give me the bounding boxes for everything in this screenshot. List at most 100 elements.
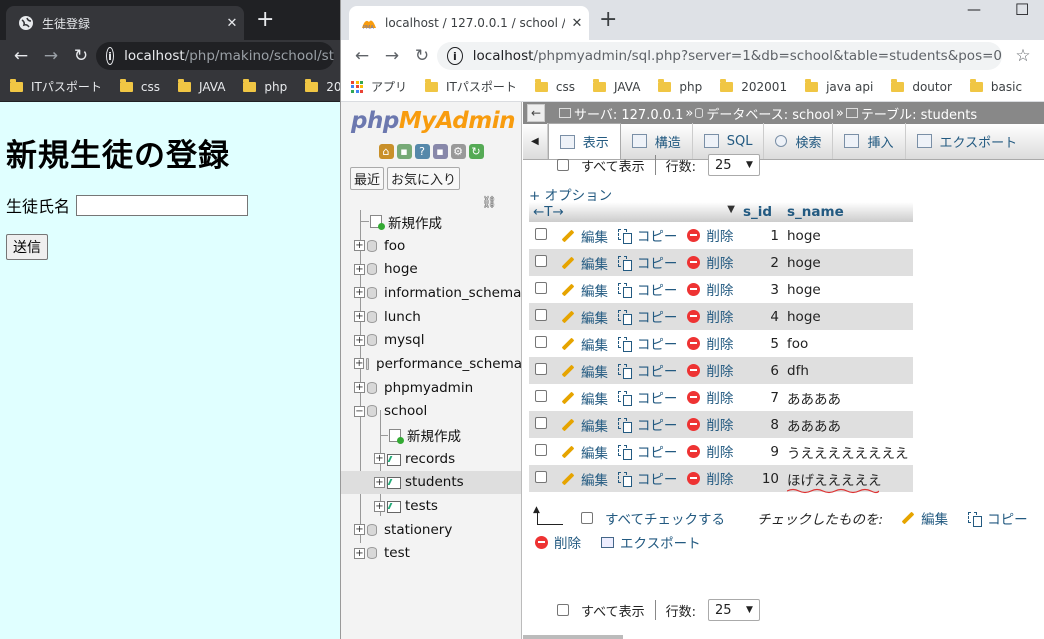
edit-button[interactable]: 編集 <box>561 388 608 408</box>
phpmyadmin-logo[interactable]: phpMyAdmin <box>341 102 521 134</box>
edit-button[interactable]: 編集 <box>561 442 608 462</box>
cell-s-name[interactable]: hoge <box>783 276 913 303</box>
query-window-icon[interactable]: ? <box>414 144 430 159</box>
bookmark-folder[interactable]: doutor <box>891 78 952 94</box>
apps-shortcut[interactable]: アプリ <box>351 78 407 95</box>
delete-button[interactable]: 削除 <box>687 225 733 245</box>
bookmark-folder[interactable]: 2020 <box>305 78 340 94</box>
bookmark-folder[interactable]: java api <box>805 78 873 94</box>
edit-button[interactable]: 編集 <box>561 415 608 435</box>
table-row[interactable]: 編集 コピー 削除 10 ほげえええええ <box>529 465 913 493</box>
copy-button[interactable]: コピー <box>617 360 677 380</box>
cell-s-name[interactable]: ああああ <box>783 384 913 411</box>
expand-icon[interactable]: + <box>354 524 365 536</box>
table-row[interactable]: 編集 コピー 削除 1 hoge <box>529 222 913 249</box>
tree-item-performance-schema[interactable]: + performance_schema <box>341 352 521 376</box>
expand-icon[interactable]: + <box>374 500 385 512</box>
expand-icon[interactable]: + <box>354 358 365 370</box>
tree-item-school[interactable]: − school <box>341 400 521 424</box>
column-header-s-id[interactable]: s_id <box>739 202 783 222</box>
table-row[interactable]: 編集 コピー 削除 6 dfh <box>529 357 913 384</box>
bookmark-folder[interactable]: ITパスポート <box>425 78 517 95</box>
bookmark-folder[interactable]: css <box>534 78 575 94</box>
cell-s-name[interactable]: ほげえええええ <box>783 465 913 493</box>
tree-item-test[interactable]: + test <box>341 542 521 566</box>
reload-icon[interactable]: ↻ <box>66 42 96 70</box>
bookmark-folder[interactable]: php <box>658 78 702 94</box>
tree-item-phpmyadmin[interactable]: + phpmyadmin <box>341 376 521 400</box>
delete-button[interactable]: 削除 <box>687 441 733 461</box>
cell-s-id[interactable]: 2 <box>739 249 783 276</box>
delete-button[interactable]: 削除 <box>687 252 733 272</box>
cell-s-id[interactable]: 6 <box>739 357 783 384</box>
bookmark-star-icon[interactable]: ☆ <box>1008 46 1038 66</box>
table-row[interactable]: 編集 コピー 削除 4 hoge <box>529 303 913 330</box>
copy-button[interactable]: コピー <box>617 279 677 299</box>
expand-icon[interactable]: + <box>374 453 385 465</box>
expand-icon[interactable]: + <box>354 287 365 299</box>
new-tab-button[interactable]: + <box>256 8 274 32</box>
copy-button[interactable]: コピー <box>617 252 677 272</box>
expand-icon[interactable]: + <box>354 334 365 346</box>
browser-tab[interactable]: PMA localhost / 127.0.0.1 / school / st … <box>349 6 589 40</box>
table-row[interactable]: 編集 コピー 削除 9 うええええええええ <box>529 438 913 465</box>
row-checkbox[interactable] <box>535 335 547 348</box>
tab-structure[interactable]: 構造 <box>621 123 693 159</box>
gear-icon[interactable]: ⚙ <box>450 144 466 159</box>
delete-button[interactable]: 削除 <box>687 387 733 407</box>
check-all-checkbox[interactable] <box>581 512 593 524</box>
cell-s-name[interactable]: うええええええええ <box>783 438 913 465</box>
row-checkbox[interactable] <box>535 308 547 321</box>
table-row[interactable]: 編集 コピー 削除 5 foo <box>529 330 913 357</box>
bulk-export-button[interactable]: エクスポート <box>601 532 701 552</box>
bookmark-folder[interactable]: JAVA <box>593 78 640 94</box>
bookmark-folder[interactable]: php <box>243 78 287 94</box>
edit-button[interactable]: 編集 <box>561 253 608 273</box>
copy-button[interactable]: コピー <box>617 468 677 488</box>
tab-search[interactable]: 検索 <box>764 123 834 159</box>
expand-icon[interactable]: + <box>374 476 385 488</box>
address-bar[interactable]: i localhost/phpmyadmin/sql.php?server=1&… <box>437 42 1002 70</box>
copy-button[interactable]: コピー <box>617 441 677 461</box>
cell-s-id[interactable]: 9 <box>739 438 783 465</box>
copy-button[interactable]: コピー <box>617 414 677 434</box>
tree-item-mysql[interactable]: + mysql <box>341 328 521 352</box>
tab-export[interactable]: エクスポート <box>906 123 1029 159</box>
expand-icon[interactable]: + <box>354 240 365 252</box>
row-checkbox[interactable] <box>535 389 547 402</box>
row-checkbox[interactable] <box>535 416 547 429</box>
bookmark-folder[interactable]: basic <box>969 78 1022 94</box>
recent-button[interactable]: 最近 <box>350 167 385 190</box>
bookmark-folder[interactable]: 202001 <box>720 78 787 94</box>
options-link[interactable]: + オプション <box>529 184 1044 204</box>
cell-s-name[interactable]: hoge <box>783 249 913 276</box>
collapse-icon[interactable]: − <box>354 405 365 417</box>
cell-s-id[interactable]: 4 <box>739 303 783 330</box>
back-icon[interactable]: ← <box>6 42 36 70</box>
edit-button[interactable]: 編集 <box>561 334 608 354</box>
student-name-input[interactable] <box>76 194 249 216</box>
tree-item-lunch[interactable]: + lunch <box>341 305 521 329</box>
show-all-checkbox[interactable] <box>557 604 569 616</box>
exit-icon[interactable]: ▪ <box>396 144 412 159</box>
tree-item-foo[interactable]: + foo <box>341 234 521 258</box>
cell-s-name[interactable]: hoge <box>783 222 913 249</box>
cell-s-name[interactable]: dfh <box>783 357 913 384</box>
new-tab-button[interactable]: + <box>599 8 617 32</box>
delete-button[interactable]: 削除 <box>687 414 733 434</box>
rows-select[interactable]: 25 ▼ <box>707 154 760 176</box>
column-resize-icon[interactable]: ←T→ <box>533 204 564 220</box>
submit-button[interactable]: 送信 <box>6 234 48 260</box>
bulk-edit-button[interactable]: 編集 <box>901 508 948 528</box>
rows-select[interactable]: 25 ▼ <box>707 599 760 621</box>
copy-button[interactable]: コピー <box>617 225 677 245</box>
breadcrumb-database[interactable]: データベース: school <box>706 104 834 123</box>
cell-s-id[interactable]: 8 <box>739 411 783 438</box>
edit-button[interactable]: 編集 <box>561 226 608 246</box>
edit-button[interactable]: 編集 <box>561 469 608 489</box>
delete-button[interactable]: 削除 <box>687 279 733 299</box>
bookmark-folder[interactable]: JAVA <box>177 78 225 94</box>
tab-browse[interactable]: 表示 <box>547 123 621 159</box>
tree-item-students[interactable]: + students <box>341 470 521 495</box>
cell-s-name[interactable]: foo <box>783 330 913 357</box>
